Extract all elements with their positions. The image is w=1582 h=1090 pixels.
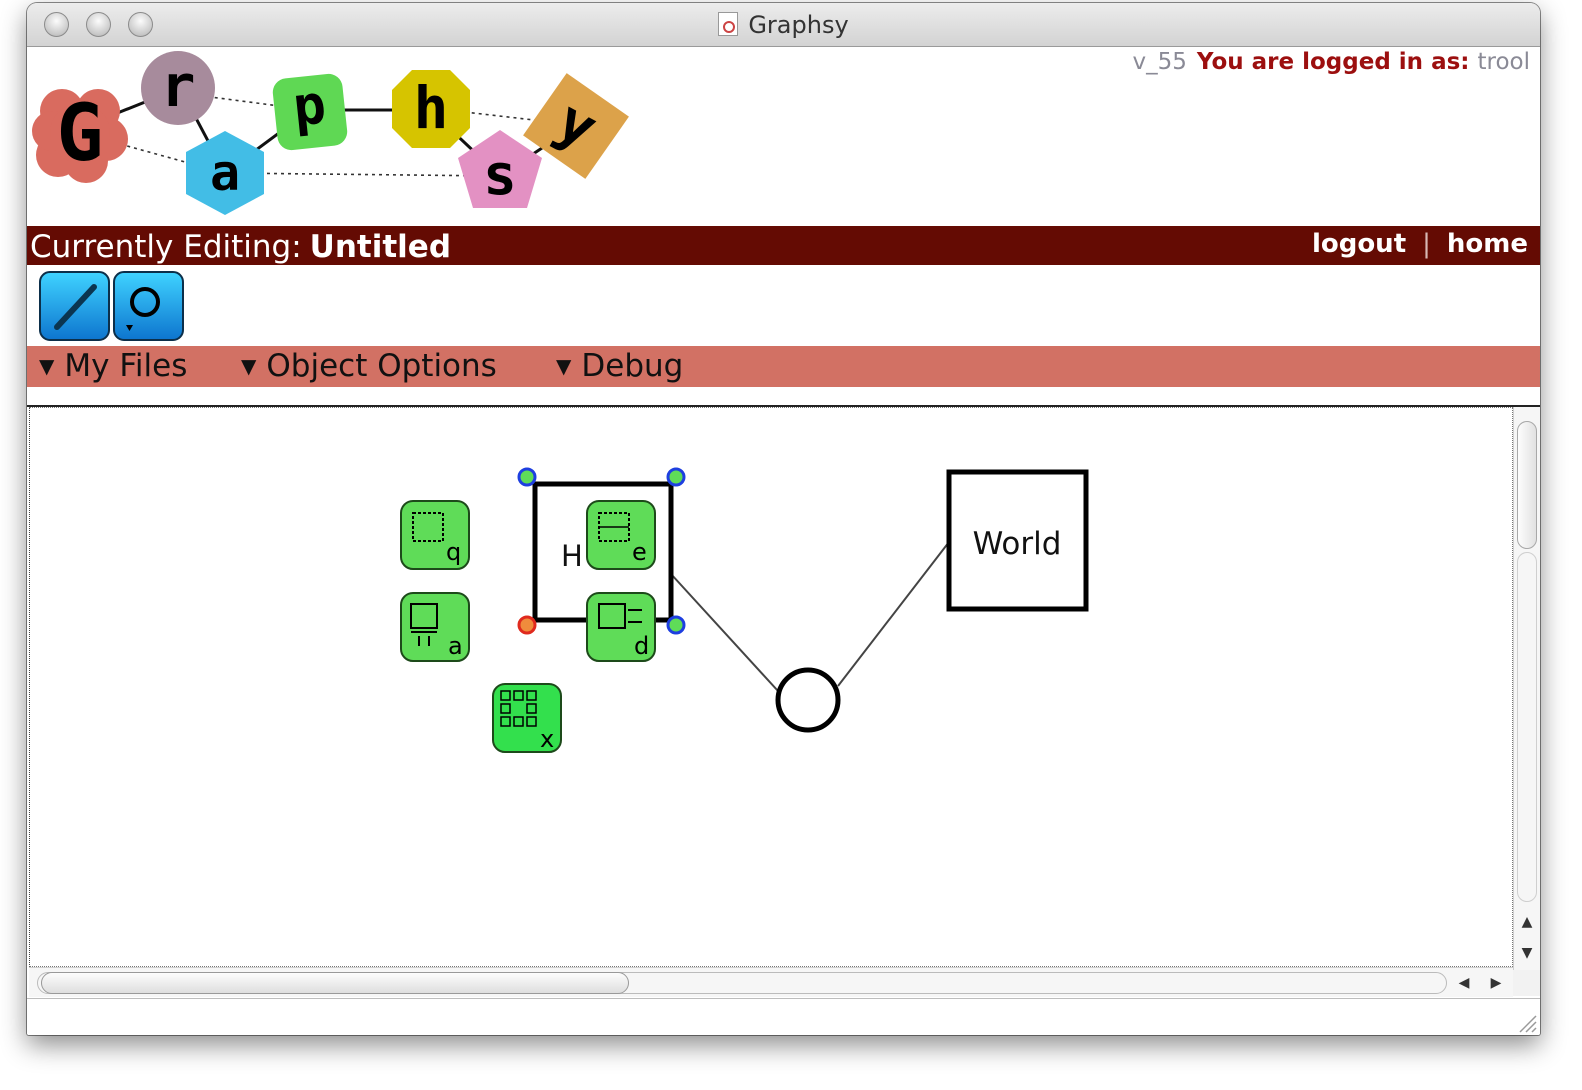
resize-handle-bottom-right[interactable]	[666, 615, 686, 635]
object-options-menu-label: Object Options	[266, 348, 497, 384]
logo-letter-h: h	[414, 74, 449, 142]
menu-bar: ▼ My Files ▼ Object Options ▼ Debug	[27, 346, 1540, 387]
graph-svg: H World q e a d x	[400, 467, 1089, 753]
disclosure-triangle-icon: ▼	[241, 354, 257, 378]
logo-letter-p: p	[290, 73, 329, 139]
resize-letter: q	[446, 538, 461, 566]
world-node-label: World	[973, 526, 1062, 562]
document-icon	[718, 12, 739, 36]
edge-hello-circle[interactable]	[670, 573, 779, 692]
add-palette-button[interactable]: a	[400, 592, 470, 662]
top-nav: logout | home	[1312, 229, 1528, 259]
disclosure-triangle-icon: ▼	[556, 354, 572, 378]
home-link[interactable]: home	[1447, 229, 1528, 259]
horizontal-scrollbar[interactable]: ◀ ▶	[29, 967, 1513, 997]
grid-palette-button[interactable]: x	[492, 683, 562, 753]
editing-bar: Currently Editing: Untitled logout | home	[27, 226, 1540, 265]
line-tool-button[interactable]	[39, 271, 110, 341]
disclosure-triangle-icon: ▼	[39, 354, 55, 378]
logo-letter-a: a	[210, 144, 240, 202]
my-files-menu[interactable]: ▼ My Files	[39, 348, 187, 384]
line-tool-icon	[54, 284, 97, 330]
currently-editing: Currently Editing: Untitled	[30, 229, 451, 265]
logo-letter-s: s	[483, 143, 517, 208]
resize-grip-icon[interactable]	[1516, 1012, 1538, 1034]
edge-circle-world[interactable]	[837, 541, 950, 687]
graph-canvas[interactable]: H World q e a d x	[29, 407, 1513, 967]
logo-letter-g: G	[57, 89, 104, 179]
grid-letter: x	[540, 725, 554, 753]
my-files-menu-label: My Files	[64, 348, 188, 384]
add-letter: a	[448, 632, 463, 660]
scroll-down-arrow-icon[interactable]: ▼	[1516, 942, 1538, 964]
resize-handle-top-left[interactable]	[517, 467, 537, 487]
window-title-text: Graphsy	[748, 11, 849, 39]
circle-tool-icon	[126, 287, 160, 331]
app-window: Graphsy G r a p h s y v_55 You are logge…	[27, 3, 1540, 1035]
debug-menu-label: Debug	[581, 348, 684, 384]
edit-letter: e	[632, 538, 647, 566]
resize-handle-bottom-left[interactable]	[517, 615, 537, 635]
vertical-scroll-thumb[interactable]	[1517, 421, 1537, 549]
resize-palette-button[interactable]: q	[400, 500, 470, 570]
resize-handle-top-right[interactable]	[666, 467, 686, 487]
scroll-up-arrow-icon[interactable]: ▲	[1516, 911, 1538, 933]
scroll-right-arrow-icon[interactable]: ▶	[1485, 972, 1507, 994]
title-bar: Graphsy	[27, 3, 1540, 47]
status-bar	[27, 998, 1540, 1035]
circle-node[interactable]	[775, 667, 841, 733]
document-name: Untitled	[309, 229, 452, 265]
scrollbar-corner	[1513, 970, 1540, 996]
logo-letter-r: r	[161, 52, 196, 120]
vertical-scroll-track[interactable]	[1517, 552, 1537, 902]
currently-editing-label: Currently Editing:	[30, 229, 302, 265]
debug-menu[interactable]: ▼ Debug	[556, 348, 683, 384]
username: trool	[1477, 49, 1530, 75]
edit-palette-button[interactable]: e	[586, 500, 656, 570]
nav-separator: |	[1422, 229, 1431, 259]
horizontal-scroll-thumb[interactable]	[41, 972, 629, 994]
graphsy-logo: G r a p h s y	[32, 51, 629, 215]
scroll-left-arrow-icon[interactable]: ◀	[1453, 972, 1475, 994]
vertical-scrollbar[interactable]: ▲ ▼	[1513, 407, 1540, 970]
object-options-menu[interactable]: ▼ Object Options	[241, 348, 497, 384]
logged-in-label: You are logged in as:	[1196, 49, 1470, 75]
hello-node-label: H	[561, 539, 583, 573]
login-status: v_55 You are logged in as: trool	[1133, 49, 1530, 75]
delete-palette-button[interactable]: d	[586, 592, 656, 662]
delete-letter: d	[634, 632, 649, 660]
window-title: Graphsy	[27, 11, 1540, 39]
logout-link[interactable]: logout	[1312, 229, 1406, 259]
circle-tool-button[interactable]	[113, 271, 184, 341]
version-label: v_55	[1132, 49, 1187, 75]
